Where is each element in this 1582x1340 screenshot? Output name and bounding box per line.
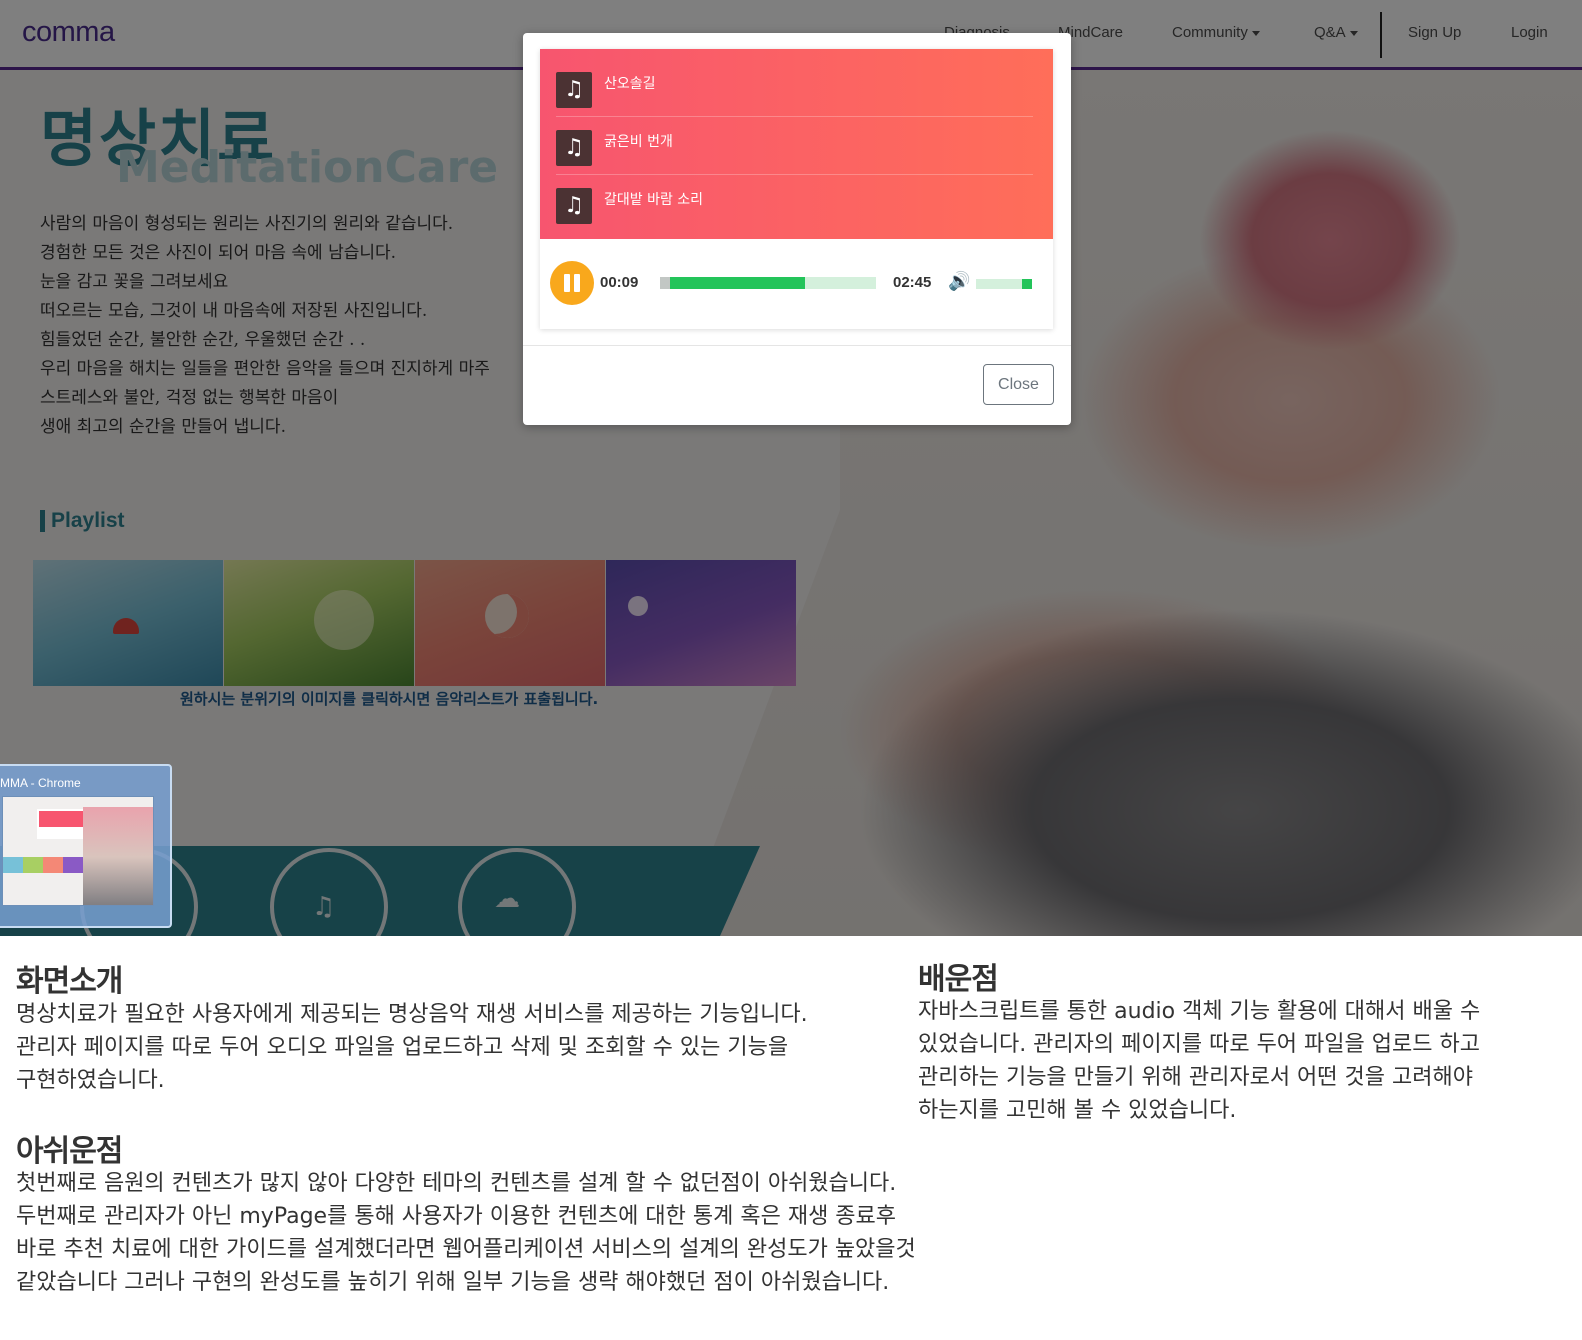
- section-line: 있었습니다. 관리자의 페이지를 따로 두어 파일을 업로드 하고: [918, 1032, 1480, 1057]
- section-title-intro: 화면소개: [16, 964, 123, 999]
- section-body-regret: 첫번째로 음원의 컨텐츠가 많지 않아 다양한 테마의 컨텐츠를 설계 할 수 …: [16, 1167, 916, 1299]
- volume-icon[interactable]: 🔊: [948, 271, 970, 292]
- progress-fill: [660, 277, 805, 289]
- section-body-intro: 명상치료가 필요한 사용자에게 제공되는 명상음악 재생 서비스를 제공하는 기…: [16, 998, 808, 1097]
- player-controls: 00:09 02:45 🔊: [540, 239, 1053, 329]
- section-line: 명상치료가 필요한 사용자에게 제공되는 명상음악 재생 서비스를 제공하는 기…: [16, 1002, 808, 1027]
- section-line: 관리하는 기능을 만들기 위해 관리자로서 어떤 것을 고려해야: [918, 1065, 1473, 1090]
- preview-thumbnail: [2, 796, 154, 906]
- current-time: 00:09: [600, 274, 639, 291]
- section-line: 하는지를 고민해 볼 수 있었습니다.: [918, 1098, 1237, 1123]
- preview-title: MMA - Chrome: [0, 776, 81, 790]
- close-button[interactable]: Close: [983, 364, 1054, 405]
- volume-slider[interactable]: [976, 279, 1032, 289]
- audio-player: ♫ 산오솔길 ♫ 굵은비 번개 ♫ 갈대밭 바람 소리 00:09 02:45 …: [540, 49, 1053, 329]
- track-item[interactable]: ♫ 산오솔길: [556, 59, 1033, 117]
- track-title: 갈대밭 바람 소리: [604, 192, 704, 208]
- music-note-icon: ♫: [556, 130, 592, 166]
- track-item[interactable]: ♫ 굵은비 번개: [556, 117, 1033, 175]
- preview-modal-list: [39, 811, 83, 827]
- preview-photo: [83, 807, 153, 905]
- progress-bar[interactable]: [660, 277, 876, 289]
- track-item[interactable]: ♫ 갈대밭 바람 소리: [556, 175, 1033, 233]
- pause-icon: [574, 274, 580, 292]
- preview-modal: [37, 809, 85, 839]
- section-line: 자바스크립트를 통한 audio 객체 기능 활용에 대해서 배울 수: [918, 999, 1481, 1024]
- track-list: ♫ 산오솔길 ♫ 굵은비 번개 ♫ 갈대밭 바람 소리: [540, 49, 1053, 239]
- section-line: 구현하였습니다.: [16, 1068, 165, 1093]
- track-title: 굵은비 번개: [604, 134, 673, 150]
- section-line: 같았습니다 그러나 구현의 완성도를 높히기 위해 일부 기능을 생략 해야했던…: [16, 1270, 890, 1295]
- app-screenshot: ♫ ☁ comma Diagnosis MindCare Community Q…: [0, 0, 1582, 936]
- section-title-regret: 아쉬운점: [16, 1134, 123, 1169]
- music-player-modal: ♫ 산오솔길 ♫ 굵은비 번개 ♫ 갈대밭 바람 소리 00:09 02:45 …: [523, 33, 1071, 425]
- volume-fill: [1022, 279, 1032, 289]
- section-line: 바로 추천 치료에 대한 가이드를 설계했더라면 웹어플리케이션 서비스의 설계…: [16, 1237, 916, 1262]
- track-title: 산오솔길: [604, 76, 656, 92]
- music-note-icon: ♫: [556, 188, 592, 224]
- modal-footer: Close: [523, 345, 1071, 425]
- section-line: 첫번째로 음원의 컨텐츠가 많지 않아 다양한 테마의 컨텐츠를 설계 할 수 …: [16, 1171, 897, 1196]
- section-title-learned: 배운점: [918, 962, 999, 997]
- taskbar-window-preview[interactable]: MMA - Chrome: [0, 764, 172, 928]
- progress-buffer: [660, 277, 670, 289]
- section-line: 두번째로 관리자가 아닌 myPage를 통해 사용자가 이용한 컨텐츠에 대한…: [16, 1204, 897, 1229]
- pause-icon: [564, 274, 570, 292]
- total-time: 02:45: [893, 274, 932, 291]
- preview-thumbs: [3, 857, 83, 873]
- section-line: 관리자 페이지를 따로 두어 오디오 파일을 업로드하고 삭제 및 조회할 수 …: [16, 1035, 789, 1060]
- pause-button[interactable]: [550, 261, 594, 305]
- section-body-learned: 자바스크립트를 통한 audio 객체 기능 활용에 대해서 배울 수 있었습니…: [918, 995, 1480, 1127]
- music-note-icon: ♫: [556, 72, 592, 108]
